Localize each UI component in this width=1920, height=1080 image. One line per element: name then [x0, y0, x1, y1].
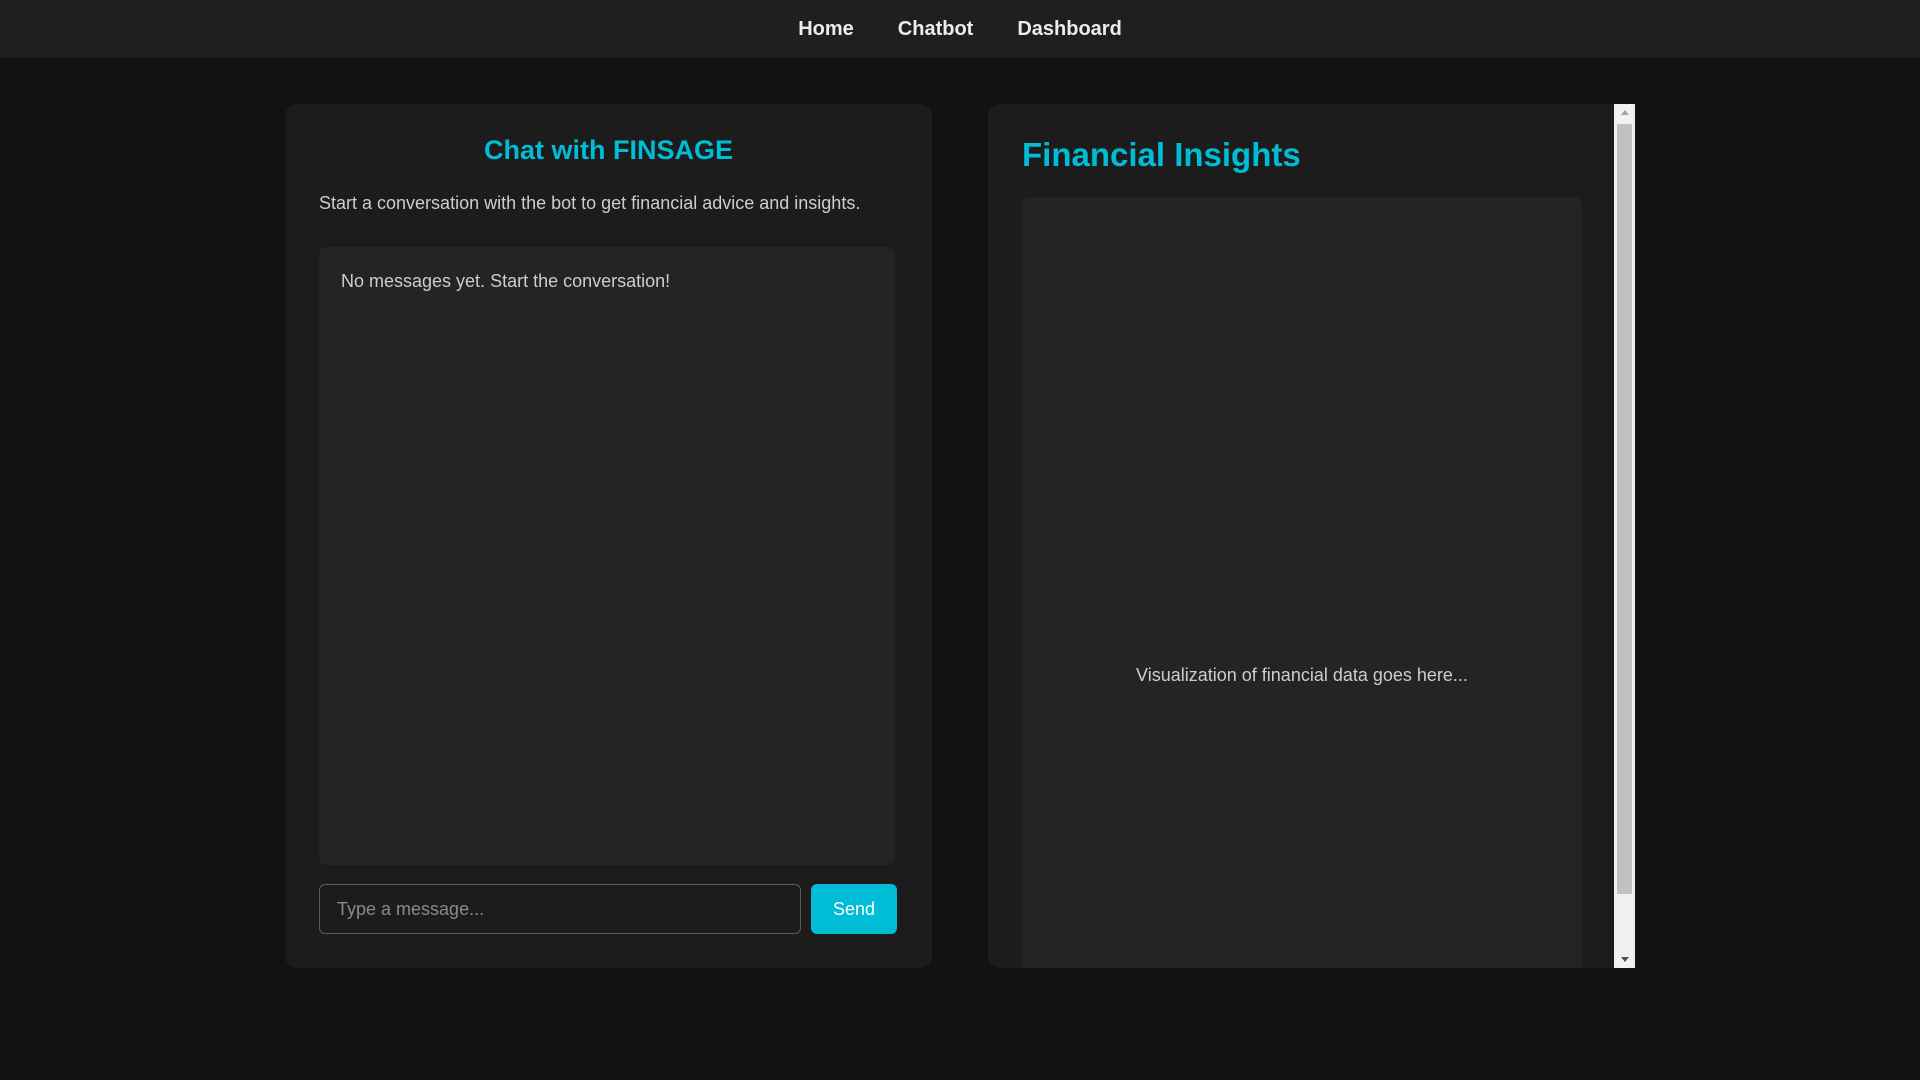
- messages-box[interactable]: No messages yet. Start the conversation!: [319, 247, 895, 865]
- insights-scrollbar[interactable]: [1614, 104, 1635, 968]
- chat-title: Chat with FINSAGE: [484, 135, 733, 165]
- chat-subtitle: Start a conversation with the bot to get…: [319, 193, 861, 213]
- message-input[interactable]: [319, 884, 801, 934]
- top-navbar: Home Chatbot Dashboard: [0, 0, 1920, 58]
- send-button[interactable]: Send: [811, 884, 897, 934]
- visualization-area: Visualization of financial data goes her…: [1022, 197, 1582, 968]
- triangle-up-icon: [1620, 110, 1629, 115]
- chat-panel: Chat with FINSAGE Start a conversation w…: [285, 104, 932, 968]
- insights-title: Financial Insights: [1022, 136, 1301, 173]
- nav-link-dashboard[interactable]: Dashboard: [1017, 18, 1121, 41]
- scroll-down-button[interactable]: [1614, 951, 1635, 968]
- triangle-down-icon: [1620, 957, 1629, 962]
- empty-messages-text: No messages yet. Start the conversation!: [341, 271, 671, 291]
- insights-panel: Financial Insights Visualization of fina…: [988, 104, 1635, 968]
- visualization-placeholder-text: Visualization of financial data goes her…: [1136, 665, 1468, 685]
- nav-link-home[interactable]: Home: [798, 18, 854, 41]
- scroll-up-button[interactable]: [1614, 104, 1635, 121]
- scrollbar-thumb[interactable]: [1617, 124, 1632, 894]
- nav-link-chatbot[interactable]: Chatbot: [898, 18, 974, 41]
